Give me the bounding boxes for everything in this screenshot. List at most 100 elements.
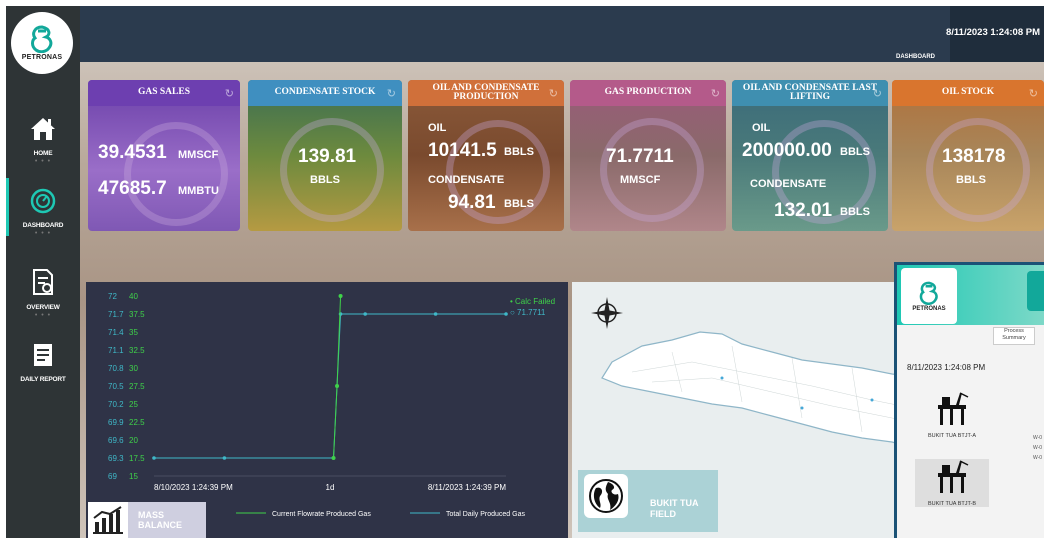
series-point [331,456,336,460]
dashboard-app: PETRONAS HOME • • • DASHBOARD • • • OVER… [6,6,1044,538]
sidebar-item-home[interactable]: HOME • • • [6,116,80,165]
refresh-icon[interactable]: ↻ [549,87,558,100]
series-point [504,312,508,316]
series-point [152,456,156,460]
overlay-panel[interactable]: PETRONAS Process Summary 8/11/2023 1:24:… [894,262,1044,538]
current-datetime: 8/11/2023 1:24:08 PM [945,27,1040,38]
y-right-tick-label: 40 [129,292,138,301]
y-right-tick-label: 35 [129,328,138,337]
field-label-button[interactable]: BUKIT TUA FIELD [578,470,718,532]
refresh-icon[interactable]: ↻ [387,87,396,100]
platform-label: BUKIT TUA BTJT-A [927,433,977,439]
card-gas-sales[interactable]: GAS SALES ↻ 39.4531 MMSCF 47685.7 MMBTU [88,80,240,231]
y-left-tick-label: 72 [108,292,117,301]
condensate-value: 94.81 [448,192,496,213]
panel-tab-icon[interactable] [1027,271,1044,311]
mass-balance-label: MASS BALANCE [138,510,182,530]
separator: • • • [34,230,52,237]
well-label: W-0 [1033,445,1043,451]
series-point [338,312,343,316]
platform-btjt-b[interactable]: BUKIT TUA BTJT-B [915,459,989,507]
x-tick-label: 8/10/2023 1:24:39 PM [154,483,233,492]
y-left-tick-label: 69 [108,472,117,481]
y-left-tick-label: 71.7 [108,310,124,319]
document-icon [33,269,53,295]
platform-label: BUKIT TUA BTJT-B [927,501,977,507]
card-title: GAS PRODUCTION [570,80,726,106]
card-unit: BBLS [310,174,340,186]
y-right-tick-label: 37.5 [129,310,145,319]
card-ring [124,122,228,226]
sidebar-item-label: HOME [33,150,53,157]
card-value: 39.4531 [98,142,167,163]
card-unit: MMSCF [620,174,661,186]
petronas-emblem-icon [31,25,53,53]
y-right-tick-label: 30 [129,364,138,373]
y-left-tick-label: 69.6 [108,436,124,445]
condensate-label: CONDENSATE [750,178,827,190]
sidebar-item-dashboard[interactable]: DASHBOARD • • • [6,188,80,237]
card-oil-condensate-production[interactable]: OIL AND CONDENSATE PRODUCTION ↻ OIL 1014… [408,80,564,231]
sidebar-item-label: DAILY REPORT [20,376,66,383]
y-right-tick-label: 20 [129,436,138,445]
y-right-tick-label: 17.5 [129,454,145,463]
chart-growth-icon [88,502,128,538]
refresh-icon[interactable]: ↻ [225,87,234,100]
card-value: 71.7711 [606,146,674,167]
card-value: 139.81 [298,146,357,167]
refresh-icon[interactable]: ↻ [873,87,882,100]
petronas-logo[interactable]: PETRONAS [11,12,73,74]
series-line-current-flowrate [333,295,342,459]
brand-name: PETRONAS [21,54,63,61]
card-unit: MMBTU [178,185,219,197]
refresh-icon[interactable]: ↻ [711,87,720,100]
oil-label: OIL [752,122,771,134]
series-point [222,456,227,460]
oil-unit: BBLS [504,146,534,158]
well-label: W-0 [1033,435,1043,441]
report-icon [34,344,52,366]
tab-process-summary[interactable]: Process Summary [993,327,1035,345]
card-value: 138178 [942,146,1006,167]
series-point [363,312,368,316]
series-line-total-daily-gas [154,313,506,459]
x-tick-label: 8/11/2023 1:24:39 PM [428,483,506,492]
y-left-tick-label: 70.2 [108,400,124,409]
sidebar-item-overview[interactable]: OVERVIEW • • • [6,268,80,319]
y-left-tick-label: 71.4 [108,328,124,337]
y-right-tick-label: 15 [129,472,138,481]
card-title: GAS SALES [88,80,240,106]
card-gas-production[interactable]: GAS PRODUCTION ↻ 71.7711 MMSCF [570,80,726,231]
platform-btjt-a[interactable]: BUKIT TUA BTJT-A [917,391,987,439]
card-value: 47685.7 [98,178,167,199]
oil-value: 200000.00 [742,140,832,161]
header-clock-area: 8/11/2023 1:24:08 PM [946,6,1044,62]
separator: • • • [34,312,52,319]
y-left-tick-label: 69.9 [108,418,124,427]
series-point [338,294,343,298]
mass-balance-button[interactable]: MASS BALANCE [88,502,206,538]
series-point [433,312,438,316]
petronas-logo[interactable]: PETRONAS [901,268,957,324]
series-point [335,384,340,388]
refresh-icon[interactable]: ↻ [1029,87,1038,100]
legend-label: Current Flowrate Produced Gas [272,511,371,518]
sidebar-item-daily-report[interactable]: DAILY REPORT [6,342,80,383]
petronas-emblem-icon [919,281,938,305]
card-condensate-stock[interactable]: CONDENSATE STOCK ↻ 139.81 BBLS [248,80,402,231]
condensate-value: 132.01 [774,200,833,221]
brand-name: PETRONAS [912,305,946,312]
annotation-label: ○ 71.7711 [510,308,546,317]
y-right-tick-label: 25 [129,400,138,409]
y-right-tick-label: 27.5 [129,382,145,391]
mass-balance-chart[interactable]: 72 40 71.7 37.5 71.4 35 71.1 32.5 70.8 30 70.5 27.5… [86,282,568,538]
oil-value: 10141.5 [428,140,497,161]
card-oil-stock[interactable]: OIL STOCK ↻ 138178 BBLS [892,80,1044,231]
oil-unit: BBLS [840,146,870,158]
field-name: BUKIT TUA FIELD [650,498,699,519]
gauge-icon [30,188,56,214]
home-icon [31,118,55,140]
card-title: OIL AND CONDENSATE LAST LIFTING [732,80,888,106]
well-label: W-0 [1033,455,1043,461]
card-oil-condensate-last-lifting[interactable]: OIL AND CONDENSATE LAST LIFTING ↻ OIL 20… [732,80,888,231]
